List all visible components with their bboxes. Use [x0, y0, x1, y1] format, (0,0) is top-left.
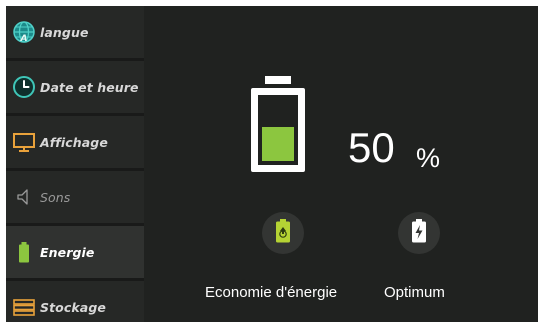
sidebar-item-stockage[interactable]: Stockage [6, 281, 144, 322]
sidebar-item-date-et-heure[interactable]: Date et heure [6, 61, 144, 113]
sidebar-item-sons[interactable]: Sons [6, 171, 144, 223]
speaker-icon [10, 183, 38, 211]
energy-saving-label[interactable]: Economie d'énergie [205, 284, 337, 302]
sidebar-item-langue[interactable]: A langue [6, 6, 144, 58]
storage-icon [10, 293, 38, 321]
sidebar-item-energie[interactable]: Energie [6, 226, 144, 278]
battery-level-fill [262, 127, 294, 161]
energy-panel: 50 % Economie d'énergie Optimum [144, 6, 538, 322]
charging-battery-icon [410, 218, 428, 248]
optimum-label[interactable]: Optimum [384, 284, 445, 302]
settings-screen: A langue Date et heure Affichage Sons En… [6, 6, 538, 322]
sidebar-item-label: Sons [40, 189, 71, 205]
sidebar-item-label: Affichage [40, 134, 108, 150]
svg-text:A: A [19, 34, 27, 44]
sidebar-item-label: Date et heure [40, 79, 139, 95]
sidebar: A langue Date et heure Affichage Sons En… [6, 6, 144, 322]
sidebar-item-label: langue [40, 24, 89, 40]
sidebar-item-label: Stockage [40, 299, 106, 315]
sidebar-item-label: Energie [40, 244, 95, 260]
globe-icon: A [10, 18, 38, 46]
battery-icon [10, 238, 38, 266]
battery-percent-unit: % [416, 143, 441, 173]
battery-level-cap [265, 76, 291, 84]
sidebar-item-affichage[interactable]: Affichage [6, 116, 144, 168]
clock-icon [10, 73, 38, 101]
battery-percent-value: 50 [348, 124, 395, 171]
optimum-button[interactable] [398, 212, 440, 254]
monitor-icon [10, 128, 38, 156]
energy-saving-button[interactable] [262, 212, 304, 254]
eco-battery-icon [274, 218, 292, 248]
